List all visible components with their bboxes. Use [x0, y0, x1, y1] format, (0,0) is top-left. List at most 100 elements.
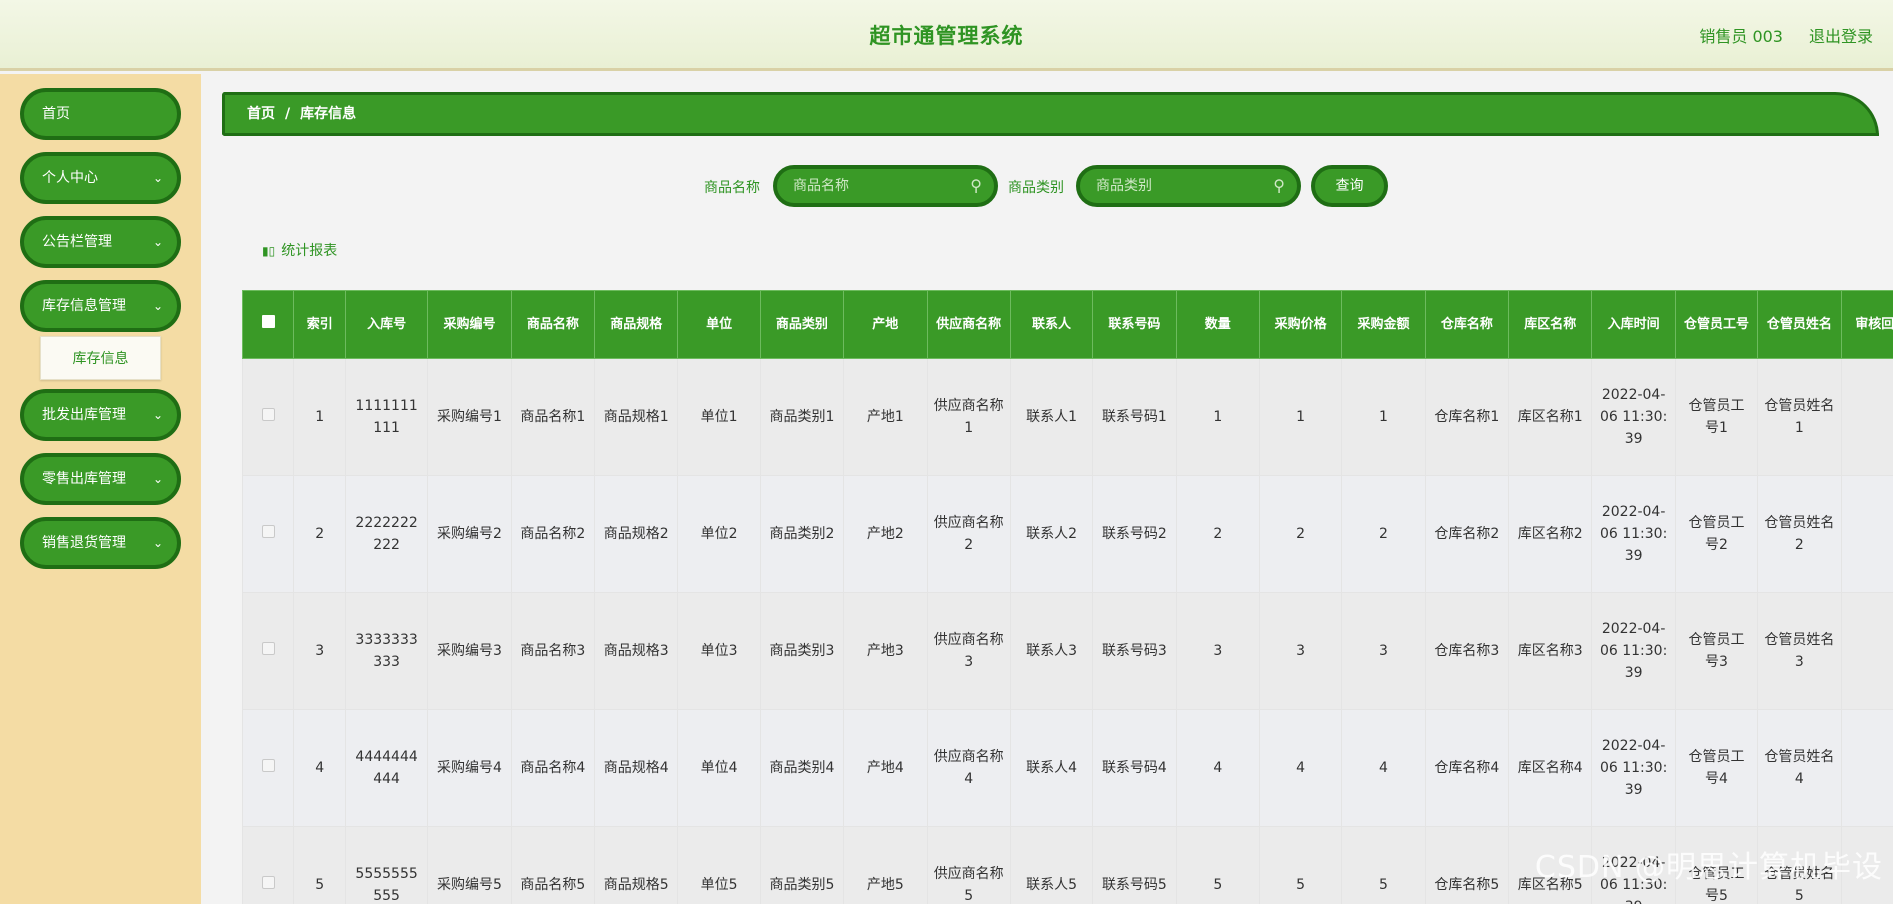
table-row[interactable]: 2 2222222222 采购编号2 商品名称2 商品规格2 单位2 商品类别2 产地2 供应商… — [242, 475, 1893, 593]
table-cell: 供应商名称3 — [926, 592, 1011, 710]
table-cell: 2022-04-06 11:30:39 — [1591, 709, 1676, 827]
row-checkbox[interactable] — [261, 642, 275, 655]
table-cell: 5 — [1341, 826, 1426, 904]
table-cell: 库区名称2 — [1508, 475, 1593, 593]
table-cell: 仓库名称2 — [1424, 475, 1510, 593]
table-cell: 联系号码3 — [1092, 592, 1177, 710]
row-checkbox-cell[interactable] — [242, 826, 295, 904]
column-header: 联系人 — [1009, 290, 1094, 359]
inventory-table: 索引 入库号 采购编号 商品名称 商品规格 单位 商品类别 产地 供应商名称 联… — [242, 290, 1893, 904]
table-cell: 仓管员姓名3 — [1757, 592, 1842, 710]
sidebar-item-personal-center[interactable]: 个人中心 ⌄ — [20, 152, 181, 204]
table-cell: 产地5 — [843, 826, 928, 904]
sidebar-item-wholesale-outbound[interactable]: 批发出库管理 ⌄ — [20, 389, 181, 441]
table-cell: 商品规格5 — [594, 826, 679, 904]
table-cell: 单位2 — [677, 475, 761, 593]
sidebar-item-announcements[interactable]: 公告栏管理 ⌄ — [20, 216, 181, 268]
row-checkbox[interactable] — [261, 408, 275, 421]
chevron-down-icon: ⌄ — [152, 171, 163, 185]
sidebar-item-inventory[interactable]: 库存信息管理 ⌄ — [20, 280, 181, 332]
table-cell: 商品类别5 — [759, 826, 845, 904]
table-cell: 库区名称1 — [1508, 358, 1593, 476]
table-cell: 4444444444 — [344, 709, 429, 827]
table-cell: 联系人2 — [1009, 475, 1094, 593]
chevron-down-icon: ⌄ — [152, 235, 163, 249]
logout-link[interactable]: 退出登录 — [1809, 23, 1873, 47]
product-name-placeholder: 商品名称 — [793, 178, 849, 194]
column-header: 采购编号 — [427, 290, 512, 359]
table-cell: 2222222222 — [344, 475, 429, 593]
sidebar-item-label: 首页 — [42, 106, 70, 122]
table-cell: 商品规格2 — [594, 475, 679, 593]
sidebar-item-sales-returns[interactable]: 销售退货管理 ⌄ — [20, 517, 181, 569]
table-cell: 2 — [1341, 475, 1426, 593]
sidebar-item-home[interactable]: 首页 — [20, 88, 181, 140]
table-cell: 供应商名称5 — [926, 826, 1011, 904]
select-all-checkbox-cell[interactable] — [242, 290, 295, 359]
table-row[interactable]: 4 4444444444 采购编号4 商品名称4 商品规格4 单位4 商品类别4 产地4 供应商… — [242, 709, 1893, 827]
column-header: 仓管员工号 — [1674, 290, 1759, 359]
table-cell: 库区名称3 — [1508, 592, 1593, 710]
table-cell: 商品规格3 — [594, 592, 679, 710]
table-cell: 2 — [1175, 475, 1260, 593]
product-category-input[interactable]: 商品类别 ⚲ — [1076, 165, 1301, 207]
table-cell: 采购编号4 — [427, 709, 512, 827]
table-cell: 库区名称4 — [1508, 709, 1593, 827]
table-cell: 1 — [1341, 358, 1426, 476]
row-checkbox-cell[interactable] — [242, 709, 295, 827]
row-checkbox-cell[interactable] — [242, 592, 295, 710]
select-all-checkbox[interactable] — [261, 314, 275, 328]
row-checkbox-cell[interactable] — [242, 358, 295, 476]
table-cell: 仓管员姓名4 — [1757, 709, 1842, 827]
table-cell: 仓库名称1 — [1424, 358, 1510, 476]
table-cell: 单位3 — [677, 592, 761, 710]
row-checkbox-cell[interactable] — [242, 475, 295, 593]
table-cell: 单位5 — [677, 826, 761, 904]
table-cell: 4 — [293, 709, 346, 827]
table-cell: 3333333333 — [344, 592, 429, 710]
table-row[interactable]: 1 1111111111 采购编号1 商品名称1 商品规格1 单位1 商品类别1 产地1 供应商… — [242, 358, 1893, 476]
breadcrumb: 首页 / 库存信息 — [222, 92, 1879, 136]
query-button[interactable]: 查询 — [1311, 165, 1388, 207]
table-cell: 3 — [1175, 592, 1260, 710]
product-name-label: 商品名称 — [704, 180, 760, 196]
table-cell: 2022-04-06 11:30:39 — [1591, 592, 1676, 710]
table-cell: 采购编号5 — [427, 826, 512, 904]
table-cell: 联系号码1 — [1092, 358, 1177, 476]
row-checkbox[interactable] — [261, 525, 275, 538]
breadcrumb-home[interactable]: 首页 — [247, 106, 275, 122]
sidebar-item-label: 库存信息管理 — [42, 298, 126, 314]
table-cell: 仓管员姓名2 — [1757, 475, 1842, 593]
row-checkbox[interactable] — [261, 759, 275, 772]
table-cell: 商品名称5 — [510, 826, 596, 904]
search-icon: ⚲ — [970, 176, 982, 195]
table-cell: 4 — [1341, 709, 1426, 827]
column-header: 产地 — [843, 290, 928, 359]
table-cell: 2 — [1258, 475, 1343, 593]
column-header: 采购金额 — [1341, 290, 1426, 359]
table-cell: 商品名称2 — [510, 475, 596, 593]
current-user: 销售员 003 — [1699, 27, 1783, 46]
table-row[interactable]: 3 3333333333 采购编号3 商品名称3 商品规格3 单位3 商品类别3 产地3 供应商… — [242, 592, 1893, 710]
table-cell: 5 — [293, 826, 346, 904]
sidebar-subitem-inventory-info[interactable]: 库存信息 — [40, 336, 161, 380]
search-icon: ⚲ — [1273, 176, 1285, 195]
row-checkbox[interactable] — [261, 876, 275, 889]
table-cell: 1111111111 — [344, 358, 429, 476]
table-cell: 联系人1 — [1009, 358, 1094, 476]
table-cell: 产地3 — [843, 592, 928, 710]
chevron-down-icon: ⌄ — [152, 472, 163, 486]
chevron-down-icon: ⌄ — [152, 536, 163, 550]
product-name-input[interactable]: 商品名称 ⚲ — [773, 165, 998, 207]
column-header: 审核回复 — [1840, 290, 1893, 359]
sidebar-item-retail-outbound[interactable]: 零售出库管理 ⌄ — [20, 453, 181, 505]
column-header: 单位 — [677, 290, 761, 359]
watermark: CSDN @明思计算机毕设 — [1534, 850, 1883, 885]
table-cell: 采购编号3 — [427, 592, 512, 710]
bar-chart-icon: ▮▯ — [262, 244, 276, 258]
statistics-report-link[interactable]: ▮▯ 统计报表 — [262, 240, 337, 260]
product-category-placeholder: 商品类别 — [1096, 178, 1152, 194]
table-cell: 联系人4 — [1009, 709, 1094, 827]
column-header: 供应商名称 — [926, 290, 1011, 359]
breadcrumb-current: 库存信息 — [300, 106, 357, 122]
